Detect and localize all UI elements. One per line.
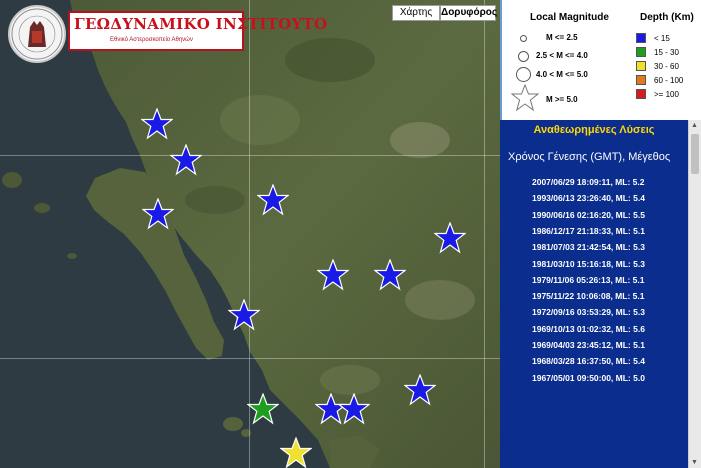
event-row[interactable]: 1969/04/03 23:45:12, ML: 5.1 — [532, 340, 645, 350]
epicenter-star-icon[interactable] — [228, 299, 260, 331]
depth-color-swatch — [636, 33, 646, 43]
depth-color-swatch — [636, 61, 646, 71]
list-scrollbar[interactable]: ▲ ▼ — [688, 120, 701, 468]
magnitude-symbol-medium — [518, 51, 529, 62]
scroll-up-icon[interactable]: ▲ — [691, 122, 698, 129]
magnitude-label: 2.5 < M <= 4.0 — [536, 51, 588, 60]
epicenter-star-icon[interactable] — [247, 393, 279, 425]
event-row[interactable]: 1993/06/13 23:26:40, ML: 5.4 — [532, 193, 645, 203]
depth-label: >= 100 — [654, 90, 679, 99]
map-view-button[interactable]: Χάρτης — [392, 5, 440, 21]
epicenter-star-icon[interactable] — [142, 198, 174, 230]
epicenter-star-icon[interactable] — [170, 144, 202, 176]
event-row[interactable]: 1986/12/17 21:18:33, ML: 5.1 — [532, 226, 645, 236]
epicenter-star-icon[interactable] — [404, 374, 436, 406]
epicenter-star-icon[interactable] — [434, 222, 466, 254]
depth-label: < 15 — [654, 34, 670, 43]
epicenter-star-icon[interactable] — [317, 259, 349, 291]
epicenter-star-icon[interactable] — [257, 184, 289, 216]
magnitude-star-icon — [511, 84, 539, 112]
depth-label: 15 - 30 — [654, 48, 679, 57]
satellite-view-button[interactable]: Δορυφόρος — [440, 5, 497, 21]
map-grid-line — [0, 155, 500, 156]
institute-banner: ΓΕΩΔΥΝΑΜΙΚΟ ΙΝΣΤΙΤΟΥΤΟ Εθνικό Αστεροσκοπ… — [68, 11, 327, 51]
satellite-map[interactable]: ΓΕΩΔΥΝΑΜΙΚΟ ΙΝΣΤΙΤΟΥΤΟ Εθνικό Αστεροσκοπ… — [0, 0, 500, 468]
epicenter-star-icon[interactable] — [141, 108, 173, 140]
revised-solutions-list: Αναθεωρημένες Λύσεις Χρόνος Γένεσης (GMT… — [500, 120, 688, 468]
event-row[interactable]: 1981/03/10 15:16:18, ML: 5.3 — [532, 259, 645, 269]
magnitude-symbol-large — [516, 67, 531, 82]
magnitude-legend-title: Local Magnitude — [530, 12, 609, 23]
epicenter-star-icon[interactable] — [338, 393, 370, 425]
event-row[interactable]: 1990/06/16 02:16:20, ML: 5.5 — [532, 210, 645, 220]
map-grid-line — [484, 0, 485, 468]
legend: Local Magnitude Depth (Km) M <= 2.5 2.5 … — [500, 0, 701, 120]
magnitude-symbol-small — [520, 35, 527, 42]
depth-label: 30 - 60 — [654, 62, 679, 71]
event-row[interactable]: 1972/09/16 03:53:29, ML: 5.3 — [532, 307, 645, 317]
event-row[interactable]: 2007/06/29 18:09:11, ML: 5.2 — [532, 177, 644, 187]
magnitude-label: M >= 5.0 — [546, 95, 578, 104]
scroll-down-icon[interactable]: ▼ — [691, 459, 698, 466]
institute-seal — [8, 5, 66, 63]
institute-subtitle: Εθνικό Αστεροσκοπείο Αθηνών — [110, 37, 193, 43]
epicenter-star-icon[interactable] — [374, 259, 406, 291]
origin-time-magnitude-header: Χρόνος Γένεσης (GMT), Μέγεθος — [508, 151, 671, 163]
institute-title: ΓΕΩΔΥΝΑΜΙΚΟ ΙΝΣΤΙΤΟΥΤΟ — [74, 15, 328, 33]
revised-solutions-header: Αναθεωρημένες Λύσεις — [533, 124, 655, 136]
event-row[interactable]: 1967/05/01 09:50:00, ML: 5.0 — [532, 373, 645, 383]
depth-color-swatch — [636, 75, 646, 85]
event-row[interactable]: 1968/03/28 16:37:50, ML: 5.4 — [532, 356, 645, 366]
depth-color-swatch — [636, 47, 646, 57]
depth-color-swatch — [636, 89, 646, 99]
event-row[interactable]: 1969/10/13 01:02:32, ML: 5.6 — [532, 324, 645, 334]
scroll-thumb[interactable] — [691, 134, 699, 174]
depth-legend-title: Depth (Km) — [640, 12, 694, 23]
event-row[interactable]: 1975/11/22 10:06:08, ML: 5.1 — [532, 291, 644, 301]
event-row[interactable]: 1981/07/03 21:42:54, ML: 5.3 — [532, 242, 645, 252]
magnitude-label: 4.0 < M <= 5.0 — [536, 70, 588, 79]
side-panel: Local Magnitude Depth (Km) M <= 2.5 2.5 … — [500, 0, 701, 468]
depth-label: 60 - 100 — [654, 76, 684, 85]
epicenter-star-icon[interactable] — [280, 437, 312, 468]
institute-logo: ΓΕΩΔΥΝΑΜΙΚΟ ΙΝΣΤΙΤΟΥΤΟ Εθνικό Αστεροσκοπ… — [8, 5, 327, 63]
map-grid-line — [0, 358, 500, 359]
magnitude-label: M <= 2.5 — [546, 33, 578, 42]
event-row[interactable]: 1979/11/06 05:26:13, ML: 5.1 — [532, 275, 644, 285]
